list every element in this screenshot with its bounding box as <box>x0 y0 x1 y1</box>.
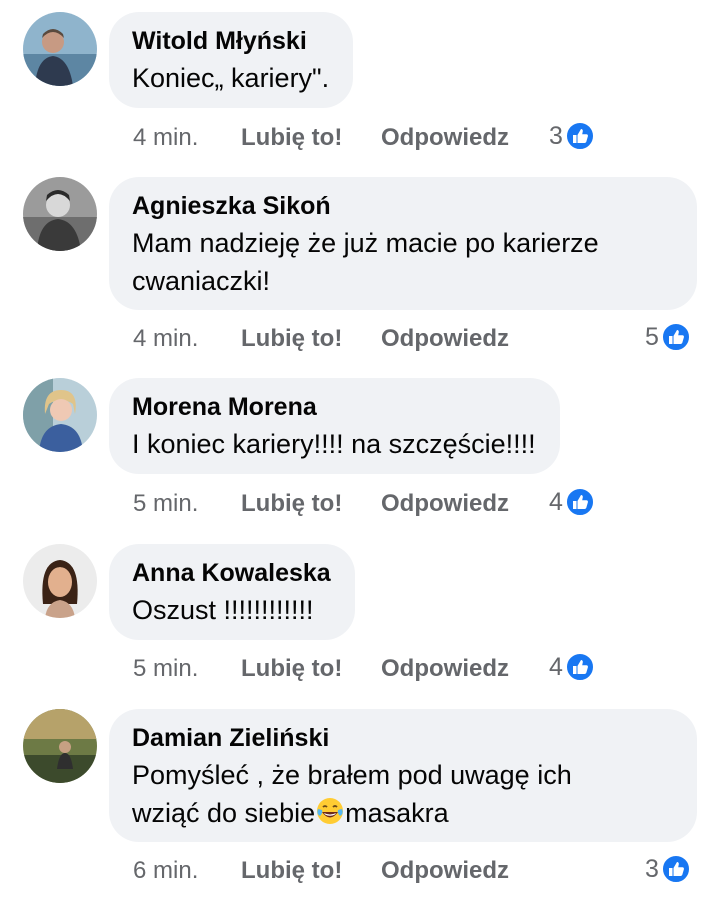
reaction-count: 3 <box>645 854 659 883</box>
comment-text: Oszust !!!!!!!!!!!! <box>132 595 314 625</box>
comment-bubble: Witold Młyński Koniec„ kariery". <box>109 12 354 108</box>
woman-illustration-avatar-icon <box>23 544 97 618</box>
reaction-summary[interactable]: 3 <box>549 120 595 152</box>
comment-text-line: cwaniaczki! <box>132 266 271 296</box>
tears-of-joy-emoji-icon <box>315 796 345 826</box>
comment-text-line: wziąć do siebie masakra <box>132 794 673 832</box>
comment-time[interactable]: 5 min. <box>133 655 198 683</box>
like-icon <box>660 854 691 884</box>
comment-author[interactable]: Agnieszka Sikoń <box>132 191 673 221</box>
comment-time[interactable]: 4 min. <box>133 325 198 353</box>
child-photo-avatar-icon <box>23 177 97 251</box>
like-button[interactable]: Lubię to! <box>241 490 342 518</box>
like-icon <box>564 487 595 517</box>
reaction-summary[interactable]: 4 <box>549 651 595 683</box>
like-button[interactable]: Lubię to! <box>241 857 342 885</box>
comment-bubble: Damian Zieliński Pomyśleć , że brałem po… <box>109 709 697 842</box>
man-photo-avatar-icon <box>23 12 97 86</box>
reply-button[interactable]: Odpowiedz <box>381 124 509 152</box>
woman-photo-avatar-icon <box>23 378 97 452</box>
avatar[interactable] <box>23 709 97 783</box>
comment-bubble: Agnieszka Sikoń Mam nadzieję że już maci… <box>109 177 697 310</box>
reaction-count: 3 <box>549 121 563 150</box>
comment-bubble: Anna Kowaleska Oszust !!!!!!!!!!!! <box>109 544 355 640</box>
comment-text: Koniec„ kariery". <box>132 63 330 93</box>
like-icon <box>660 322 691 352</box>
comment-text-segment: masakra <box>345 798 449 828</box>
comment-text: Pomyśleć , że brałem pod uwagę ich wziąć… <box>132 756 673 832</box>
avatar[interactable] <box>23 12 97 86</box>
comment-author[interactable]: Witold Młyński <box>132 26 329 56</box>
comment-author[interactable]: Morena Morena <box>132 392 536 422</box>
outdoor-photo-avatar-icon <box>23 709 97 783</box>
reaction-summary[interactable]: 5 <box>645 321 691 353</box>
like-button[interactable]: Lubię to! <box>241 655 342 683</box>
avatar[interactable] <box>23 378 97 452</box>
reaction-summary[interactable]: 3 <box>645 853 691 885</box>
like-icon <box>564 121 595 151</box>
like-button[interactable]: Lubię to! <box>241 124 342 152</box>
comment-bubble: Morena Morena I koniec kariery!!!! na sz… <box>109 378 560 474</box>
reaction-count: 5 <box>645 322 659 351</box>
reaction-summary[interactable]: 4 <box>549 486 595 518</box>
comment-text-line: Pomyśleć , że brałem pod uwagę ich <box>132 760 572 790</box>
comment-author[interactable]: Anna Kowaleska <box>132 558 331 588</box>
avatar[interactable] <box>23 544 97 618</box>
comment-author[interactable]: Damian Zieliński <box>132 723 673 753</box>
comment-text-line: Mam nadzieję że już macie po karierze <box>132 228 599 258</box>
reply-button[interactable]: Odpowiedz <box>381 490 509 518</box>
reply-button[interactable]: Odpowiedz <box>381 655 509 683</box>
reaction-count: 4 <box>549 487 563 516</box>
comment-text: Mam nadzieję że już macie po karierze cw… <box>132 224 673 300</box>
comment-time[interactable]: 5 min. <box>133 490 198 518</box>
comment-text: I koniec kariery!!!! na szczęście!!!! <box>132 429 536 459</box>
reply-button[interactable]: Odpowiedz <box>381 857 509 885</box>
avatar[interactable] <box>23 177 97 251</box>
like-button[interactable]: Lubię to! <box>241 325 342 353</box>
like-icon <box>564 652 595 682</box>
reaction-count: 4 <box>549 652 563 681</box>
comment-time[interactable]: 6 min. <box>133 857 198 885</box>
reply-button[interactable]: Odpowiedz <box>381 325 509 353</box>
comment-time[interactable]: 4 min. <box>133 124 198 152</box>
comment-text-segment: wziąć do siebie <box>132 798 316 828</box>
